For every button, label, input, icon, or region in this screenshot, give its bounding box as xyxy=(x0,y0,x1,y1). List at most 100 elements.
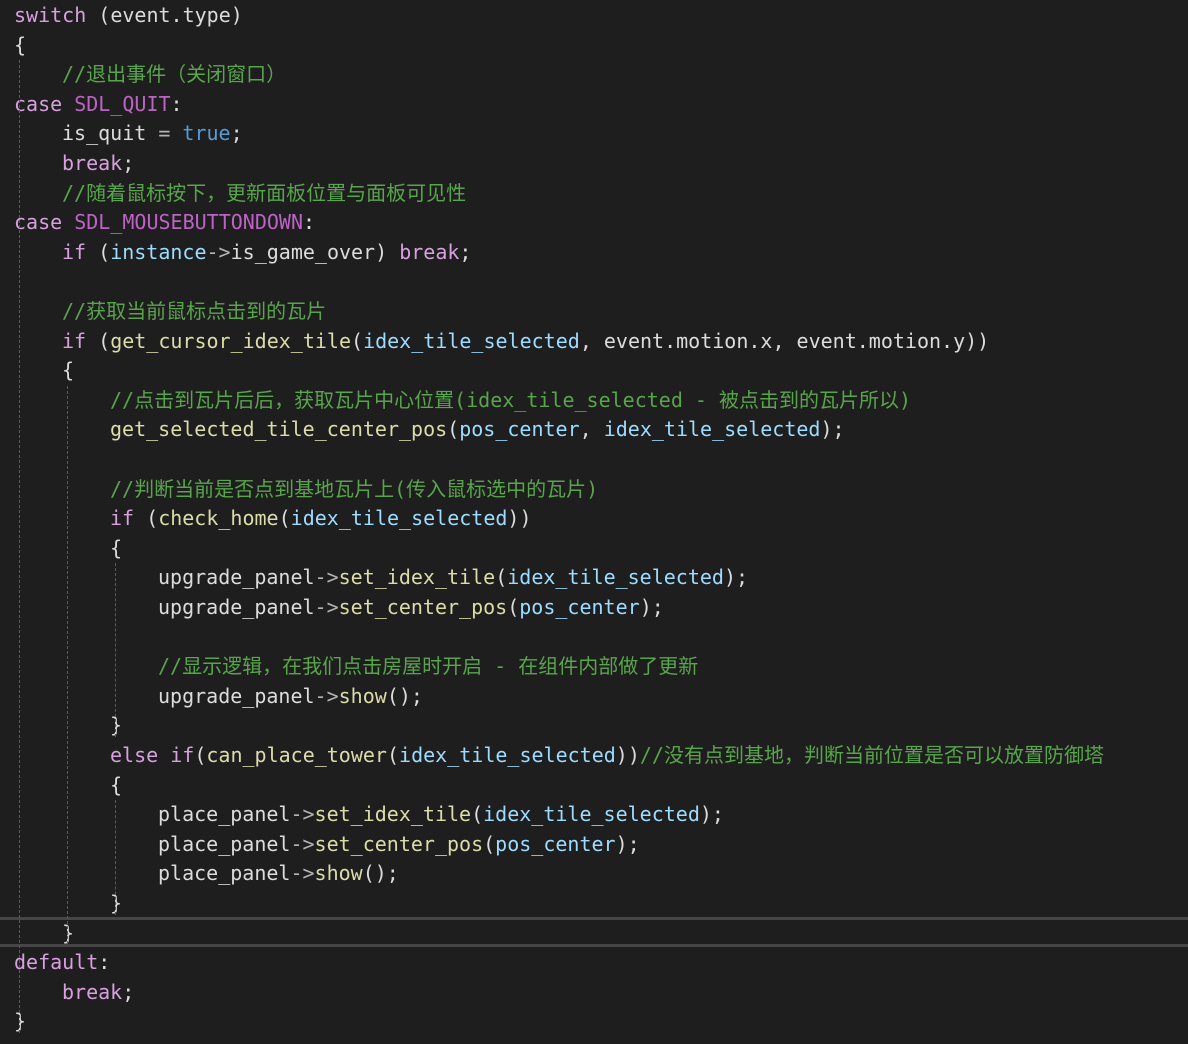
code-token: -> xyxy=(290,831,315,856)
code-line[interactable]: break; xyxy=(62,149,134,179)
code-token: idex_tile_selected xyxy=(483,802,700,827)
code-token: { xyxy=(110,772,123,797)
code-line[interactable]: if (get_cursor_idex_tile(idex_tile_selec… xyxy=(62,327,989,357)
code-token: get_selected_tile_center_pos xyxy=(110,417,448,442)
code-token: idex_tile_selected xyxy=(363,328,580,353)
code-line[interactable]: upgrade_panel->set_idex_tile(idex_tile_s… xyxy=(158,563,748,593)
code-token: pos_center xyxy=(495,831,616,856)
code-token: switch xyxy=(14,3,87,27)
code-token: //显示逻辑，在我们点击房屋时开启 - 在组件内部做了更新 xyxy=(158,654,699,679)
indent-guide xyxy=(67,385,68,945)
code-token: break xyxy=(62,979,123,1004)
code-line[interactable]: place_panel->set_idex_tile(idex_tile_sel… xyxy=(158,800,724,830)
code-token: break xyxy=(399,239,460,264)
code-token: ( xyxy=(447,417,460,442)
code-token: = xyxy=(146,121,183,146)
code-token: show xyxy=(338,683,387,708)
code-token: ( xyxy=(495,565,508,590)
code-token: if xyxy=(62,328,87,353)
code-token: idex_tile_selected xyxy=(603,417,821,442)
code-token: else xyxy=(110,743,159,767)
code-token: place_panel xyxy=(158,831,291,856)
code-line[interactable]: { xyxy=(14,31,26,61)
code-line[interactable]: //判断当前是否点到基地瓦片上(传入鼠标选中的瓦片) xyxy=(110,475,598,505)
code-line[interactable]: //退出事件（关闭窗口） xyxy=(62,60,286,90)
code-token: ( xyxy=(507,595,520,619)
code-line[interactable]: place_panel->show(); xyxy=(158,859,399,889)
code-token: (event.type) xyxy=(86,3,243,27)
code-line[interactable]: } xyxy=(62,919,74,949)
code-token: (); xyxy=(386,683,423,708)
code-token: can_place_tower xyxy=(206,743,387,767)
code-token: (); xyxy=(362,861,399,886)
code-token: ); xyxy=(699,802,724,827)
code-token: set_center_pos xyxy=(314,831,484,856)
code-line[interactable]: if (check_home(idex_tile_selected)) xyxy=(110,504,532,534)
code-token: ); xyxy=(820,417,845,442)
code-token: true xyxy=(182,121,231,146)
code-token: if xyxy=(62,239,87,264)
code-line[interactable]: { xyxy=(110,534,122,564)
code-token: SDL_QUIT xyxy=(62,91,171,116)
code-token: ( xyxy=(483,831,496,856)
code-line[interactable]: //随着鼠标按下，更新面板位置与面板可见性 xyxy=(62,179,466,209)
code-token: //退出事件（关闭窗口） xyxy=(62,62,287,87)
code-token: show xyxy=(314,861,363,886)
code-token: ( xyxy=(471,802,484,827)
code-token: set_center_pos xyxy=(338,595,508,619)
code-token: )) xyxy=(615,743,640,767)
code-token: upgrade_panel xyxy=(158,595,315,619)
code-editor[interactable]: switch (event.type){//退出事件（关闭窗口） case SDL… xyxy=(0,0,1188,1044)
code-token: instance xyxy=(110,239,207,264)
code-token: , xyxy=(579,417,604,442)
code-token: pos_center xyxy=(519,595,640,619)
code-token: : xyxy=(98,950,111,975)
code-token: place_panel xyxy=(158,861,291,886)
code-token: ); xyxy=(615,831,640,856)
code-token: -> xyxy=(314,565,339,590)
code-token: default xyxy=(14,950,99,975)
code-line[interactable]: } xyxy=(14,1007,26,1037)
code-line[interactable]: default: xyxy=(14,948,110,978)
code-token: break xyxy=(62,151,123,175)
code-token: ( xyxy=(351,328,364,353)
code-line[interactable]: get_selected_tile_center_pos(pos_center,… xyxy=(110,415,845,445)
code-token: { xyxy=(14,32,27,57)
code-line[interactable]: { xyxy=(62,356,74,386)
code-token: is_quit xyxy=(62,121,147,146)
code-line[interactable]: break; xyxy=(62,978,134,1008)
code-line[interactable]: switch (event.type) xyxy=(14,1,243,31)
current-line-highlight xyxy=(0,917,1188,947)
code-token: //没有点到基地，判断当前位置是否可以放置防御塔 xyxy=(639,743,1104,767)
code-token: } xyxy=(110,891,123,915)
code-line[interactable]: case SDL_MOUSEBUTTONDOWN: xyxy=(14,208,315,238)
code-line[interactable]: //获取当前鼠标点击到的瓦片 xyxy=(62,297,326,327)
code-token: case xyxy=(14,210,63,235)
code-token: ( xyxy=(194,743,207,767)
code-line[interactable]: case SDL_QUIT: xyxy=(14,90,183,120)
code-line[interactable]: } xyxy=(110,889,122,919)
code-token: -> xyxy=(290,861,315,886)
code-line[interactable]: else if(can_place_tower(idex_tile_select… xyxy=(110,741,1104,771)
code-token: ) xyxy=(375,239,400,264)
code-token: : xyxy=(303,210,316,235)
code-line[interactable]: } xyxy=(110,711,122,741)
code-line[interactable]: { xyxy=(110,771,122,801)
code-line[interactable]: //显示逻辑，在我们点击房屋时开启 - 在组件内部做了更新 xyxy=(158,652,698,682)
code-line[interactable]: upgrade_panel->set_center_pos(pos_center… xyxy=(158,593,664,623)
code-token: { xyxy=(110,535,123,560)
code-line[interactable]: place_panel->set_center_pos(pos_center); xyxy=(158,830,640,860)
code-token: is_game_over xyxy=(230,239,376,264)
code-token: if xyxy=(110,506,135,531)
code-token: set_idex_tile xyxy=(314,802,472,827)
code-line[interactable]: if (instance->is_game_over) break; xyxy=(62,238,471,268)
code-token: case xyxy=(14,91,63,116)
code-line[interactable]: //点击到瓦片后后，获取瓦片中心位置(idex_tile_selected - … xyxy=(110,386,911,416)
code-token: , event.motion.x, event.motion.y)) xyxy=(579,328,990,353)
code-line[interactable]: upgrade_panel->show(); xyxy=(158,682,423,712)
code-token: //点击到瓦片后后，获取瓦片中心位置(idex_tile_selected - … xyxy=(110,387,912,412)
code-line[interactable]: is_quit = true; xyxy=(62,119,243,149)
code-token: -> xyxy=(290,802,315,827)
code-token: pos_center xyxy=(459,417,580,442)
